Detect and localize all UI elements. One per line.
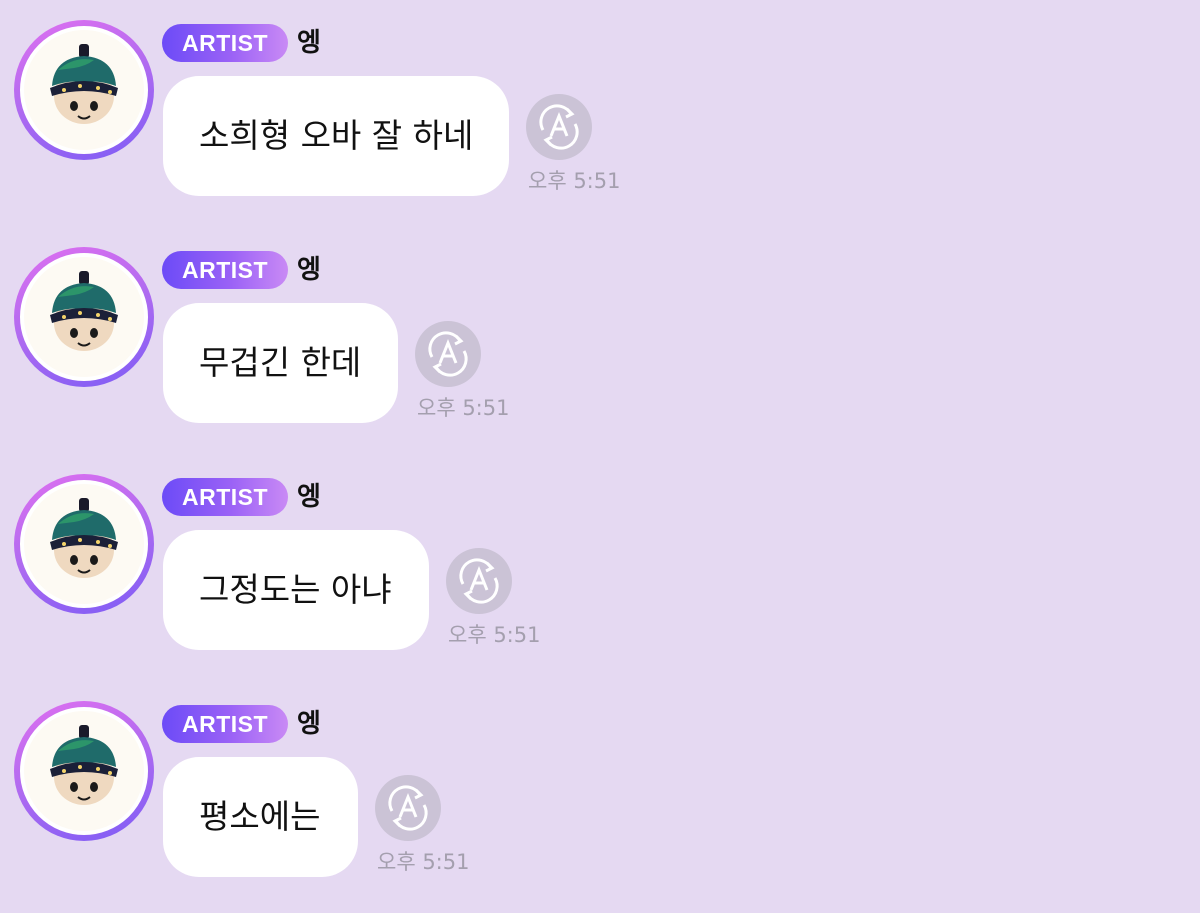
artist-badge: ARTIST bbox=[162, 705, 288, 743]
translate-icon bbox=[459, 558, 499, 604]
timestamp: 오후 5:51 bbox=[448, 623, 541, 647]
plush-doll-avatar-icon bbox=[20, 707, 148, 835]
translate-button[interactable] bbox=[526, 94, 592, 160]
avatar[interactable] bbox=[14, 247, 154, 387]
message-bubble[interactable]: 소희형 오바 잘 하네 bbox=[163, 76, 509, 196]
message-bubble[interactable]: 그정도는 아냐 bbox=[163, 530, 429, 650]
timestamp: 오후 5:51 bbox=[528, 169, 621, 193]
artist-badge: ARTIST bbox=[162, 478, 288, 516]
sender-name[interactable]: 엥 bbox=[297, 705, 321, 743]
translate-button[interactable] bbox=[415, 321, 481, 387]
translate-icon bbox=[428, 331, 468, 377]
avatar[interactable] bbox=[14, 474, 154, 614]
translate-button[interactable] bbox=[375, 775, 441, 841]
sender-name[interactable]: 엥 bbox=[297, 251, 321, 289]
translate-icon bbox=[388, 785, 428, 831]
avatar[interactable] bbox=[14, 20, 154, 160]
chat-message: ARTIST 엥 소희형 오바 잘 하네 오후 5:51 bbox=[0, 20, 1200, 220]
timestamp: 오후 5:51 bbox=[417, 396, 510, 420]
chat-message: ARTIST 엥 평소에는 오후 5:51 bbox=[0, 701, 1200, 901]
artist-badge: ARTIST bbox=[162, 251, 288, 289]
sender-name[interactable]: 엥 bbox=[297, 24, 321, 62]
plush-doll-avatar-icon bbox=[20, 480, 148, 608]
chat-message: ARTIST 엥 그정도는 아냐 오후 5:51 bbox=[0, 474, 1200, 674]
artist-badge: ARTIST bbox=[162, 24, 288, 62]
timestamp: 오후 5:51 bbox=[377, 850, 470, 874]
plush-doll-avatar-icon bbox=[20, 253, 148, 381]
avatar[interactable] bbox=[14, 701, 154, 841]
sender-name[interactable]: 엥 bbox=[297, 478, 321, 516]
message-bubble[interactable]: 평소에는 bbox=[163, 757, 358, 877]
translate-button[interactable] bbox=[446, 548, 512, 614]
message-bubble[interactable]: 무겁긴 한데 bbox=[163, 303, 398, 423]
translate-icon bbox=[539, 104, 579, 150]
chat-message: ARTIST 엥 무겁긴 한데 오후 5:51 bbox=[0, 247, 1200, 447]
plush-doll-avatar-icon bbox=[20, 26, 148, 154]
